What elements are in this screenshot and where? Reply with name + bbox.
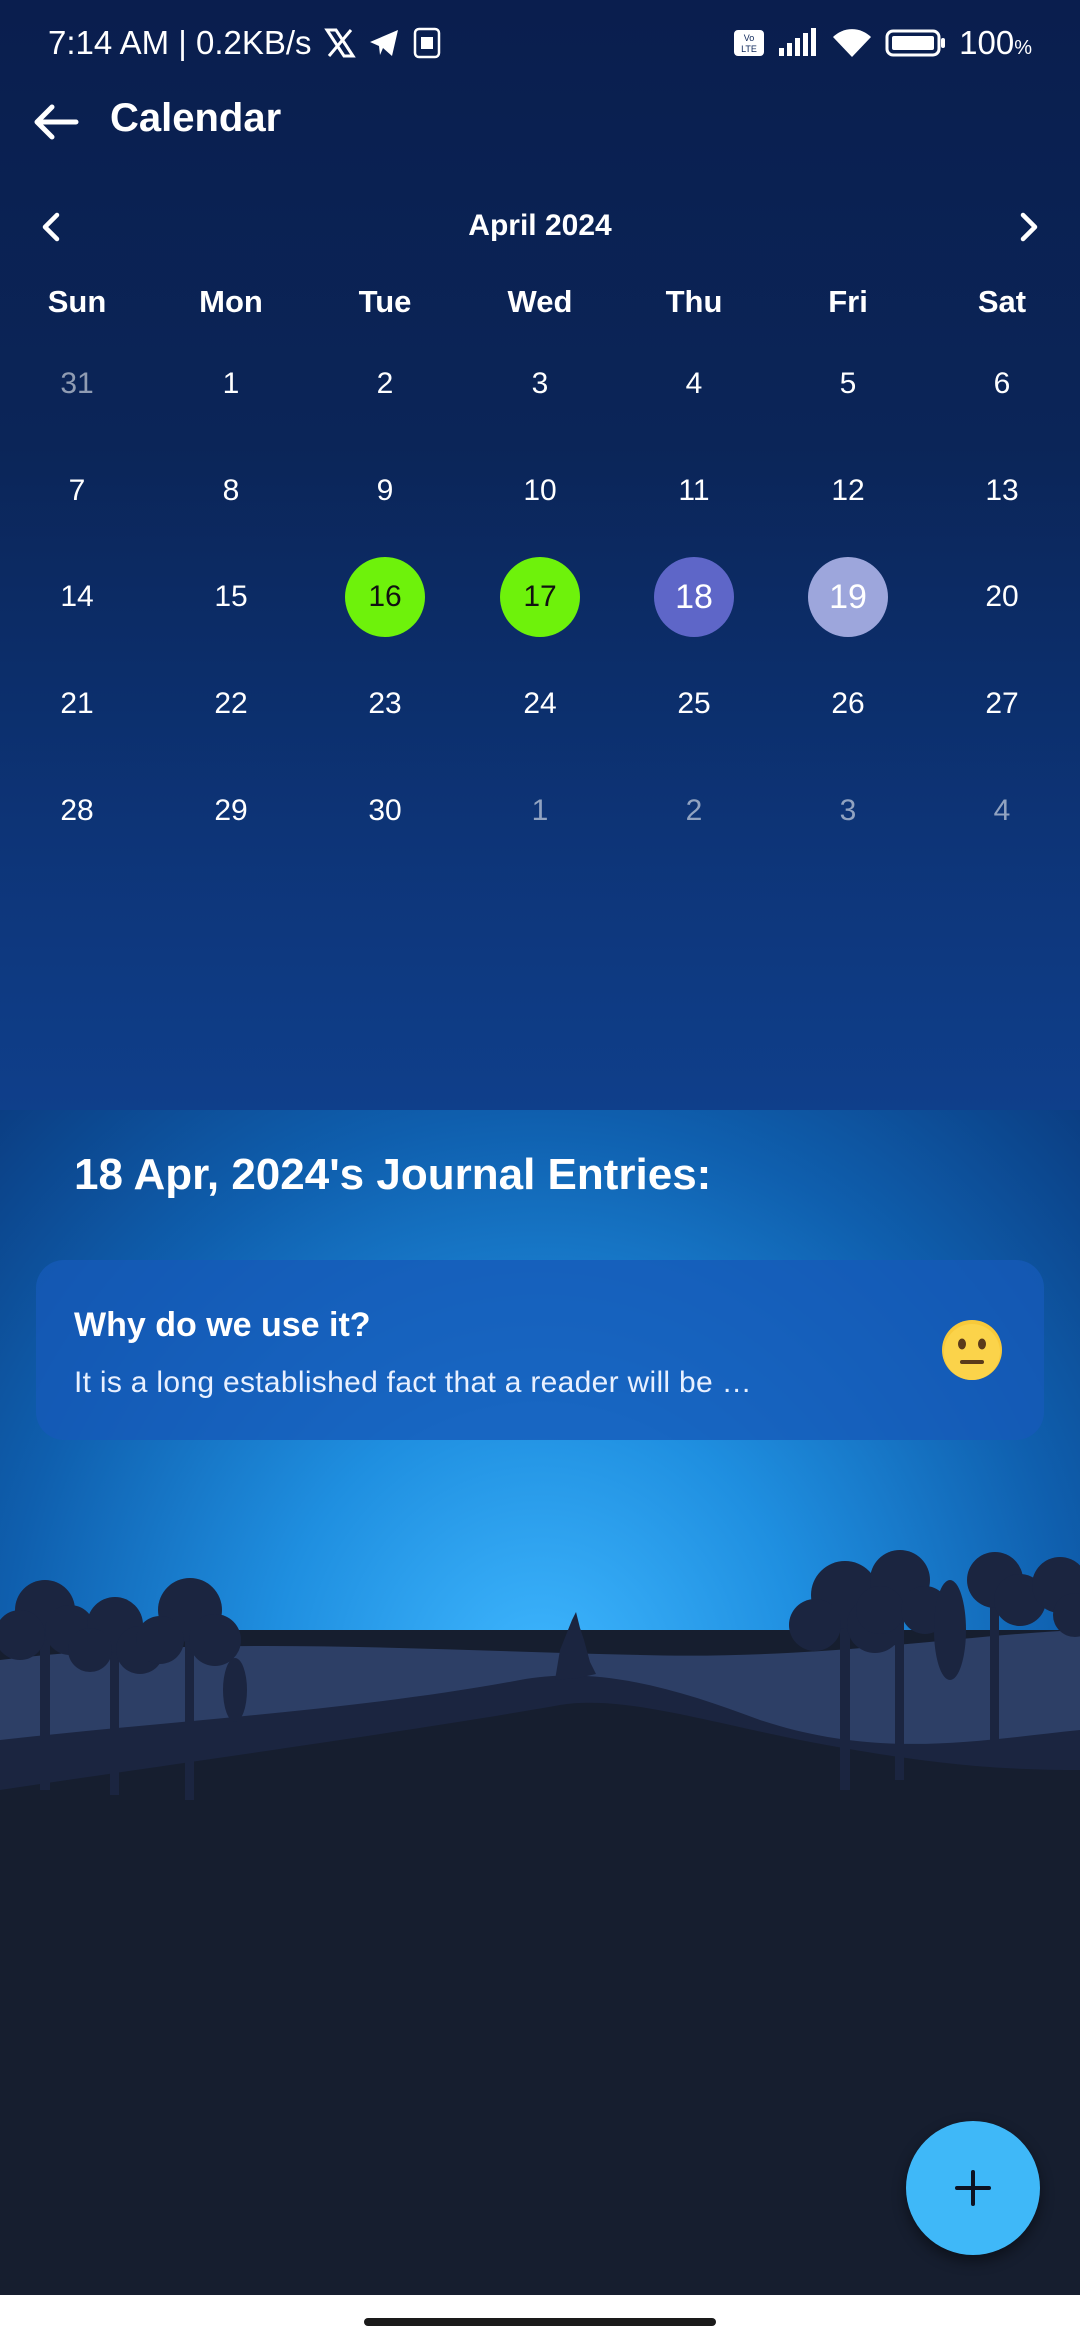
calendar-day[interactable]: 8 bbox=[191, 451, 271, 531]
calendar-day[interactable]: 11 bbox=[654, 451, 734, 531]
sim-card-icon bbox=[412, 27, 442, 59]
calendar-day[interactable]: 12 bbox=[808, 451, 888, 531]
calendar-day-selected[interactable]: 18 bbox=[654, 557, 734, 637]
x-app-icon bbox=[323, 28, 356, 58]
page-title: Calendar bbox=[110, 96, 282, 140]
calendar-day[interactable]: 29 bbox=[191, 771, 271, 851]
arrow-left-icon bbox=[34, 104, 79, 140]
volte-icon: Vo LTE bbox=[733, 28, 765, 58]
calendar-day[interactable]: 2 bbox=[654, 771, 734, 851]
weekday-label: Sun bbox=[47, 284, 107, 319]
weekday-label: Tue bbox=[358, 284, 412, 319]
weekday-label: Thu bbox=[665, 284, 723, 319]
calendar-day[interactable]: 7 bbox=[37, 451, 117, 531]
weekday-label: Mon bbox=[199, 284, 263, 319]
add-entry-button[interactable] bbox=[906, 2121, 1040, 2255]
calendar-day[interactable]: 5 bbox=[808, 344, 888, 424]
month-label: April 2024 bbox=[468, 209, 612, 242]
battery-icon bbox=[885, 28, 947, 58]
signal-icon bbox=[777, 28, 819, 58]
plus-icon bbox=[955, 2170, 991, 2206]
calendar-day[interactable]: 13 bbox=[962, 451, 1042, 531]
landscape-illustration bbox=[0, 1550, 1080, 1940]
back-button[interactable] bbox=[24, 90, 88, 154]
weekday-label: Sat bbox=[977, 284, 1027, 319]
calendar-day[interactable]: 24 bbox=[500, 664, 580, 744]
calendar-day[interactable]: 4 bbox=[962, 771, 1042, 851]
calendar-day[interactable]: 27 bbox=[962, 664, 1042, 744]
telegram-icon bbox=[368, 28, 400, 58]
home-indicator[interactable] bbox=[364, 2318, 716, 2326]
calendar-day[interactable]: 14 bbox=[37, 557, 117, 637]
calendar-day[interactable]: 6 bbox=[962, 344, 1042, 424]
weekday-label: Wed bbox=[507, 284, 573, 319]
calendar-day[interactable]: 2 bbox=[345, 344, 425, 424]
calendar-day[interactable]: 25 bbox=[654, 664, 734, 744]
status-bar: 7:14 AM | 0.2KB/s Vo LTE 100% bbox=[0, 0, 1080, 86]
app-bar: Calendar bbox=[0, 86, 1080, 158]
calendar-day[interactable]: 31 bbox=[37, 344, 117, 424]
journal-heading: 18 Apr, 2024's Journal Entries: bbox=[74, 1150, 712, 1199]
app-screen: 7:14 AM | 0.2KB/s Vo LTE 100% Calendar A… bbox=[0, 0, 1080, 2340]
calendar-day[interactable]: 10 bbox=[500, 451, 580, 531]
entry-snippet: It is a long established fact that a rea… bbox=[74, 1366, 752, 1399]
entry-title: Why do we use it? bbox=[74, 1306, 371, 1344]
system-navigation-bar bbox=[0, 2295, 1080, 2340]
calendar-day-with-entry[interactable]: 17 bbox=[500, 557, 580, 637]
calendar-day-with-entry[interactable]: 16 bbox=[345, 557, 425, 637]
weekday-label: Fri bbox=[828, 284, 868, 319]
calendar-day[interactable]: 3 bbox=[808, 771, 888, 851]
calendar-day-today[interactable]: 19 bbox=[808, 557, 888, 637]
neutral-face-icon bbox=[942, 1320, 1002, 1380]
month-header: April 2024 bbox=[0, 195, 1080, 259]
journal-entry-card[interactable]: Why do we use it? It is a long establish… bbox=[36, 1260, 1044, 1440]
calendar-day[interactable]: 30 bbox=[345, 771, 425, 851]
wifi-icon bbox=[831, 27, 873, 59]
calendar-day[interactable]: 21 bbox=[37, 664, 117, 744]
calendar-day[interactable]: 20 bbox=[962, 557, 1042, 637]
weekday-header-row: Sun Mon Tue Wed Thu Fri Sat bbox=[0, 284, 1080, 332]
calendar-day[interactable]: 22 bbox=[191, 664, 271, 744]
svg-text:LTE: LTE bbox=[741, 44, 757, 54]
calendar-day[interactable]: 4 bbox=[654, 344, 734, 424]
calendar-day[interactable]: 1 bbox=[191, 344, 271, 424]
status-time-speed: 7:14 AM | 0.2KB/s bbox=[48, 24, 312, 61]
calendar-day[interactable]: 9 bbox=[345, 451, 425, 531]
calendar-day-grid: 31 1 2 3 4 5 6 7 8 9 10 11 12 13 14 15 1… bbox=[0, 330, 1080, 850]
svg-text:Vo: Vo bbox=[744, 33, 755, 43]
calendar-day[interactable]: 3 bbox=[500, 344, 580, 424]
battery-percent: 100% bbox=[959, 24, 1032, 61]
chevron-right-icon bbox=[1020, 212, 1038, 242]
calendar-day[interactable]: 28 bbox=[37, 771, 117, 851]
next-month-button[interactable] bbox=[996, 195, 1060, 259]
calendar-day[interactable]: 26 bbox=[808, 664, 888, 744]
calendar-day[interactable]: 23 bbox=[345, 664, 425, 744]
calendar-day[interactable]: 15 bbox=[191, 557, 271, 637]
calendar-day[interactable]: 1 bbox=[500, 771, 580, 851]
